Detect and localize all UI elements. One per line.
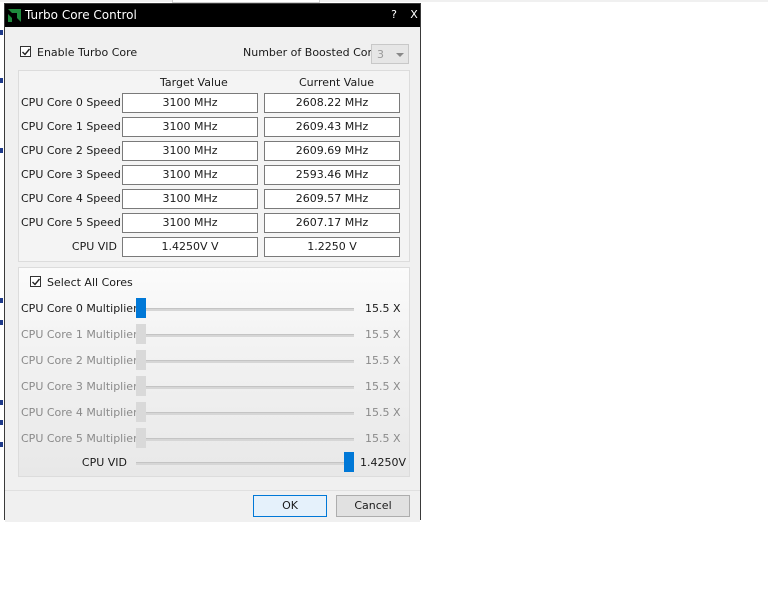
background-strip	[0, 0, 768, 2]
current-value-field: 2609.69 MHz	[264, 141, 400, 161]
target-value-field[interactable]: 1.4250V V	[122, 237, 258, 257]
background-mark	[0, 442, 3, 447]
vid-slider-value: 1.4250V	[360, 456, 407, 469]
window-title: Turbo Core Control	[25, 8, 137, 22]
current-value-field: 2608.22 MHz	[264, 93, 400, 113]
multiplier-panel: Select All Cores CPU Core 0 Multiplier 15…	[18, 267, 410, 477]
multiplier-slider-track[interactable]	[136, 308, 354, 311]
multiplier-slider-track	[136, 412, 354, 415]
multiplier-label: CPU Core 1 Multiplier	[21, 328, 138, 341]
boosted-core-value: 3	[377, 48, 384, 61]
background-mark	[0, 420, 3, 425]
multiplier-slider-track	[136, 386, 354, 389]
dialog-footer: OK Cancel	[5, 490, 420, 522]
speed-row-label: CPU Core 2 Speed	[21, 144, 121, 157]
speed-row-label: CPU Core 5 Speed	[21, 216, 121, 229]
target-value-field[interactable]: 3100 MHz	[122, 141, 258, 161]
enable-turbo-checkbox[interactable]	[20, 46, 31, 57]
multiplier-label: CPU Core 0 Multiplier	[21, 302, 138, 315]
multiplier-value: 15.5 X	[365, 354, 401, 367]
multiplier-label: CPU Core 5 Multiplier	[21, 432, 138, 445]
current-value-header: Current Value	[299, 76, 375, 89]
vid-slider-track[interactable]	[136, 462, 354, 465]
multiplier-value: 15.5 X	[365, 432, 401, 445]
select-all-checkbox[interactable]	[30, 276, 41, 287]
target-value-field[interactable]: 3100 MHz	[122, 213, 258, 233]
speed-panel: Target Value Current Value CPU Core 0 Sp…	[18, 70, 410, 262]
background-mark	[0, 320, 3, 325]
current-value-field: 2609.43 MHz	[264, 117, 400, 137]
background-mark	[0, 30, 3, 35]
speed-row-label: CPU Core 1 Speed	[21, 120, 121, 133]
current-value-field: 2609.57 MHz	[264, 189, 400, 209]
title-bar[interactable]: Turbo Core Control ? X	[5, 4, 420, 27]
target-value-header: Target Value	[160, 76, 228, 89]
turbo-core-dialog: Turbo Core Control ? X Enable Turbo Core…	[4, 3, 421, 522]
speed-row-label: CPU Core 3 Speed	[21, 168, 121, 181]
speed-row-label: CPU Core 4 Speed	[21, 192, 121, 205]
multiplier-slider-track	[136, 334, 354, 337]
help-button[interactable]: ?	[386, 7, 402, 23]
multiplier-value: 15.5 X	[365, 406, 401, 419]
enable-turbo-label: Enable Turbo Core	[37, 46, 138, 59]
target-value-field[interactable]: 3100 MHz	[122, 165, 258, 185]
multiplier-slider-thumb	[136, 350, 146, 370]
chevron-down-icon	[396, 53, 404, 57]
vid-slider-thumb[interactable]	[344, 452, 354, 472]
multiplier-slider-thumb	[136, 402, 146, 422]
multiplier-value: 15.5 X	[365, 302, 401, 315]
multiplier-slider-thumb[interactable]	[136, 298, 146, 318]
select-all-label: Select All Cores	[47, 276, 133, 289]
multiplier-value: 15.5 X	[365, 380, 401, 393]
multiplier-slider-track	[136, 360, 354, 363]
multiplier-slider-thumb	[136, 428, 146, 448]
current-value-field: 2607.17 MHz	[264, 213, 400, 233]
close-button[interactable]: X	[406, 7, 422, 23]
background-mark	[0, 298, 3, 303]
amd-logo-icon	[6, 6, 24, 24]
multiplier-label: CPU Core 3 Multiplier	[21, 380, 138, 393]
target-value-field[interactable]: 3100 MHz	[122, 189, 258, 209]
background-mark	[0, 78, 3, 83]
target-value-field[interactable]: 3100 MHz	[122, 93, 258, 113]
multiplier-label: CPU Core 2 Multiplier	[21, 354, 138, 367]
current-value-field: 1.2250 V	[264, 237, 400, 257]
boosted-core-select[interactable]: 3	[371, 44, 409, 64]
multiplier-value: 15.5 X	[365, 328, 401, 341]
ok-button[interactable]: OK	[253, 495, 327, 517]
multiplier-label: CPU Core 4 Multiplier	[21, 406, 138, 419]
current-value-field: 2593.46 MHz	[264, 165, 400, 185]
speed-row-label: CPU Core 0 Speed	[21, 96, 121, 109]
multiplier-slider-thumb	[136, 376, 146, 396]
multiplier-slider-track	[136, 438, 354, 441]
background-mark	[0, 148, 3, 153]
cancel-button[interactable]: Cancel	[336, 495, 410, 517]
vid-slider-label: CPU VID	[81, 456, 127, 469]
target-value-field[interactable]: 3100 MHz	[122, 117, 258, 137]
boosted-core-label: Number of Boosted Core	[243, 46, 379, 59]
multiplier-slider-thumb	[136, 324, 146, 344]
speed-row-label: CPU VID	[71, 240, 117, 253]
background-mark	[0, 400, 3, 405]
